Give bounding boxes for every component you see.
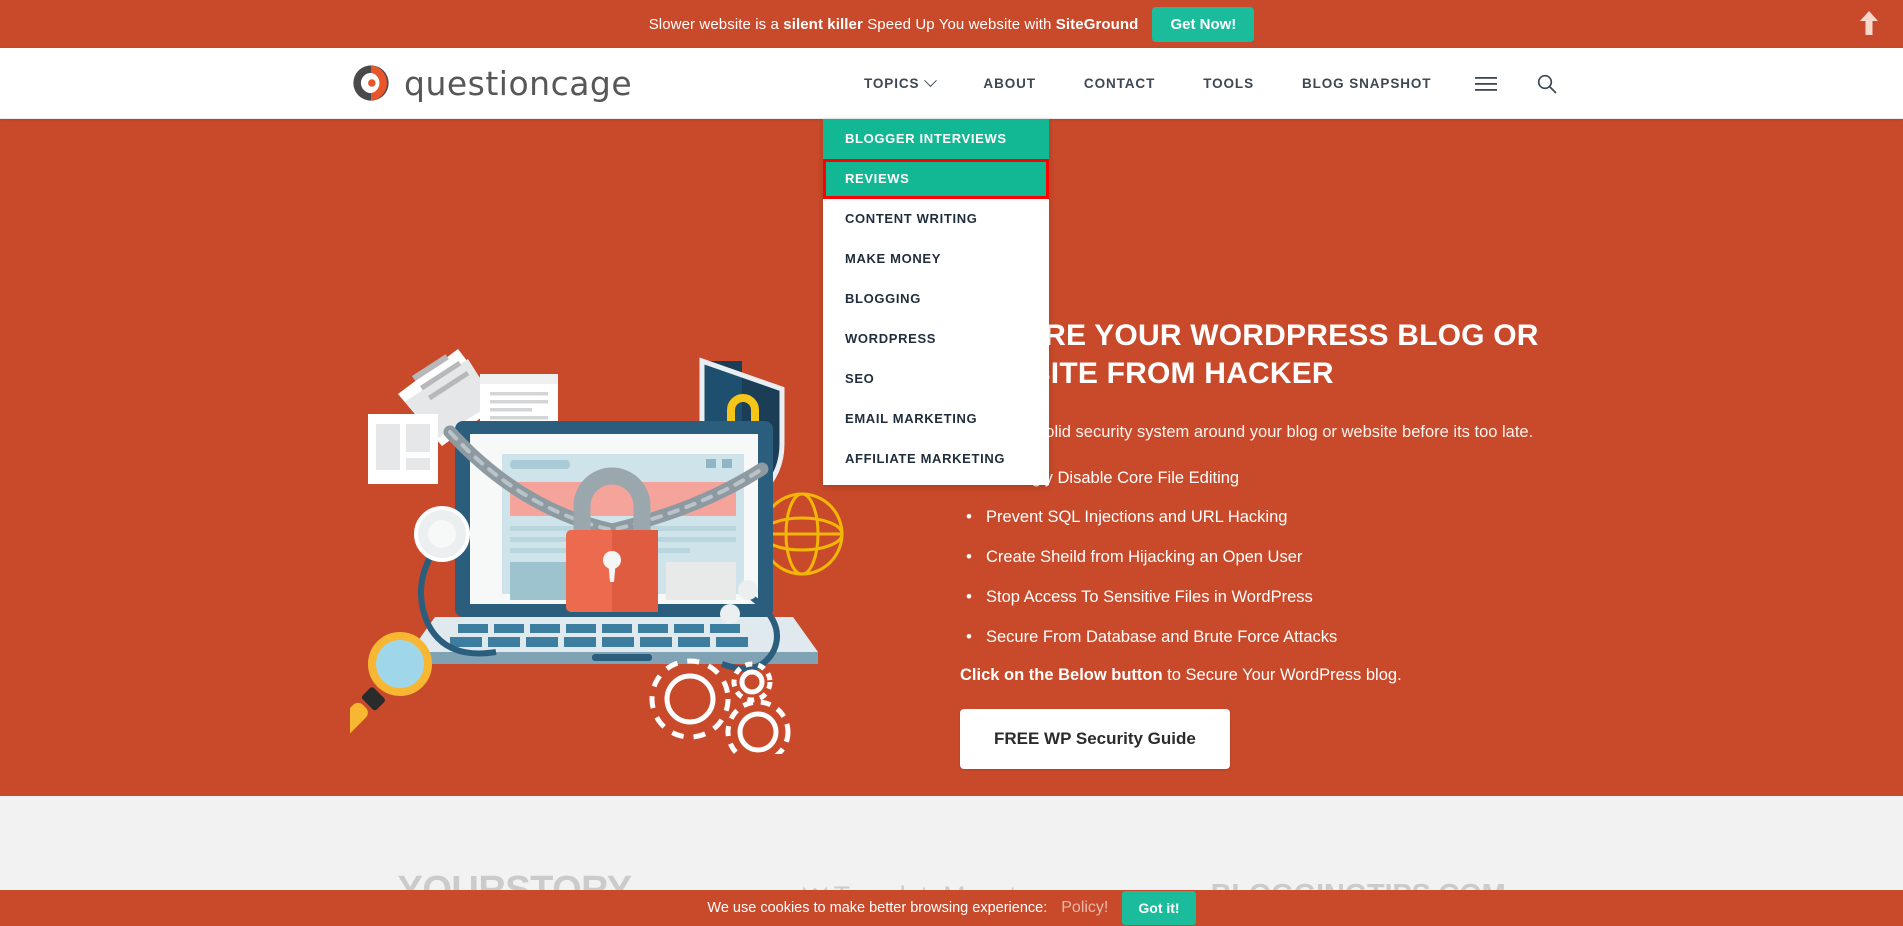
- cookie-accept-button[interactable]: Got it!: [1122, 891, 1196, 925]
- dropdown-item-make-money[interactable]: MAKE MONEY: [823, 239, 1049, 279]
- hamburger-menu-icon: [1475, 76, 1498, 91]
- promo-text-middle: Speed Up You website with: [862, 15, 1056, 33]
- promo-bar: Slower website is a silent killer Speed …: [0, 0, 1903, 48]
- hero-cta-line: Click on the Below button to Secure Your…: [960, 666, 1580, 685]
- promo-bold-siteground: SiteGround: [1055, 15, 1139, 33]
- search-button[interactable]: [1517, 48, 1577, 119]
- stethoscope-ear-icon: [738, 580, 758, 600]
- cookie-policy-link[interactable]: Policy!: [1061, 899, 1108, 917]
- cookie-message: We use cookies to make better browsing e…: [707, 900, 1048, 916]
- nav-label-contact: CONTACT: [1083, 76, 1156, 91]
- nav-label-tools: TOOLS: [1203, 76, 1254, 91]
- chevron-down-icon: [924, 74, 938, 88]
- hero-title: SECURE YOUR WORDPRESS BLOG OR WEBSITE FR…: [960, 319, 1539, 391]
- dropdown-item-content-writing[interactable]: CONTENT WRITING: [823, 199, 1049, 239]
- nav-item-blog-snapshot[interactable]: BLOG SNAPSHOT: [1278, 48, 1455, 119]
- dropdown-item-wordpress[interactable]: WORDPRESS: [823, 319, 1049, 359]
- dropdown-item-blogger-interviews[interactable]: BLOGGER INTERVIEWS: [823, 119, 1049, 159]
- search-icon: [1538, 74, 1557, 93]
- logo-wordmark: questioncage: [404, 63, 633, 103]
- nav-item-tools[interactable]: TOOLS: [1179, 48, 1278, 119]
- hero-subtitle: Build rock solid security system around …: [960, 422, 1534, 441]
- nav-item-contact[interactable]: CONTACT: [1060, 48, 1179, 119]
- promo-text-before: Slower website is a: [648, 15, 784, 33]
- hero-cta-bold: Click on the Below button: [960, 666, 1163, 685]
- dropdown-item-reviews[interactable]: REVIEWS: [823, 159, 1049, 199]
- hamburger-menu-button[interactable]: [1455, 48, 1517, 119]
- laptop-chained-lock-illustration: [350, 349, 844, 754]
- promo-bold-silent-killer: silent killer: [783, 15, 863, 33]
- magnifier-icon: [350, 632, 432, 736]
- dropdown-item-affiliate-marketing[interactable]: AFFILIATE MARKETING: [823, 439, 1049, 479]
- list-item: Stop Access To Sensitive Files in WordPr…: [960, 585, 1580, 610]
- hero-copy: SECURE YOUR WORDPRESS BLOG OR WEBSITE FR…: [960, 317, 1580, 770]
- partner-logos-strip: YOURSTORY TemplateMonster BLOGGINGTIPS.C…: [0, 796, 1903, 911]
- free-wp-security-guide-button[interactable]: FREE WP Security Guide: [960, 709, 1230, 770]
- nav-item-topics[interactable]: TOPICS: [840, 48, 959, 119]
- get-now-button[interactable]: Get Now!: [1152, 6, 1255, 42]
- list-item: Create Sheild from Hijacking an Open Use…: [960, 545, 1580, 570]
- dropdown-item-blogging[interactable]: BLOGGING: [823, 279, 1049, 319]
- nav-item-about[interactable]: ABOUT: [959, 48, 1060, 119]
- site-logo[interactable]: questioncage: [350, 62, 632, 104]
- list-item: Strikingly Disable Core File Editing: [960, 466, 1580, 491]
- list-item: Secure From Database and Brute Force Att…: [960, 625, 1580, 650]
- hero-cta-rest: to Secure Your WordPress blog.: [1162, 666, 1402, 685]
- dropdown-item-seo[interactable]: SEO: [823, 359, 1049, 399]
- nav-label-topics: TOPICS: [864, 76, 920, 91]
- nav-label-blog-snapshot: BLOG SNAPSHOT: [1301, 76, 1432, 91]
- hero-feature-list: Strikingly Disable Core File Editing Pre…: [960, 466, 1580, 651]
- site-header: questioncage TOPICS ABOUT CONTACT TOOLS …: [0, 48, 1903, 119]
- promo-text: Slower website is a silent killer Speed …: [649, 16, 1139, 33]
- globe-icon: [760, 492, 844, 576]
- cookie-consent-bar: We use cookies to make better browsing e…: [0, 890, 1903, 926]
- arrow-up-icon: [1860, 11, 1878, 35]
- topics-dropdown-menu: BLOGGER INTERVIEWS REVIEWS CONTENT WRITI…: [823, 119, 1049, 485]
- scroll-to-top-button[interactable]: [1851, 5, 1887, 41]
- circle-logo-icon: [353, 65, 389, 101]
- gears-icon: [649, 658, 791, 754]
- dropdown-item-email-marketing[interactable]: EMAIL MARKETING: [823, 399, 1049, 439]
- list-item: Prevent SQL Injections and URL Hacking: [960, 505, 1580, 530]
- nav-label-about: ABOUT: [983, 76, 1036, 91]
- main-navigation: TOPICS ABOUT CONTACT TOOLS BLOG SNAPSHOT: [840, 48, 1577, 119]
